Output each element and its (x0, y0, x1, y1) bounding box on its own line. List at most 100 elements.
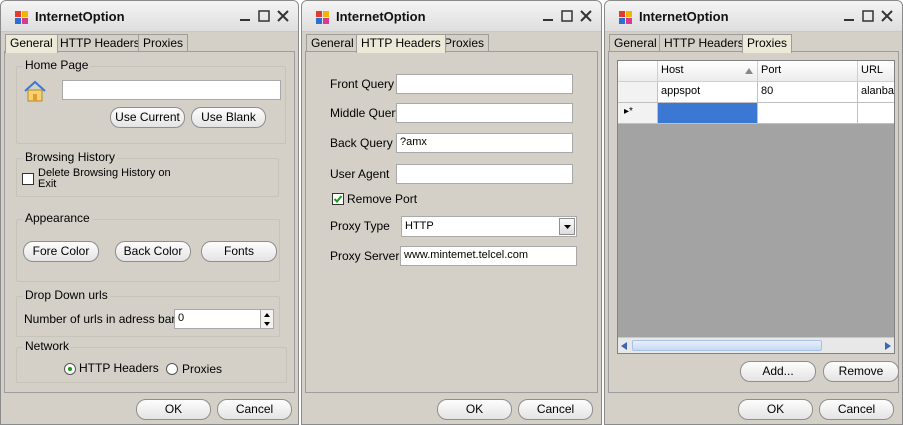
window-general: InternetOption General HTTP Headers Prox… (0, 0, 299, 425)
home-page-label: Home Page (23, 58, 91, 72)
url-count-label: Number of urls in adress bar (24, 312, 176, 326)
sort-ascending-icon (745, 68, 753, 74)
appearance-group: Appearance Fore Color Back Color Fonts (16, 211, 280, 282)
radio-proxies-label: Proxies (182, 362, 223, 376)
scroll-left-icon[interactable] (621, 342, 627, 350)
cell-host[interactable]: appspot (658, 82, 758, 103)
app-icon (316, 11, 329, 24)
grid-corner-header (618, 61, 658, 82)
cancel-button[interactable]: Cancel (819, 399, 894, 420)
minimize-icon[interactable] (541, 9, 555, 23)
radio-http-headers[interactable] (64, 363, 76, 375)
proxy-type-select[interactable]: HTTP (401, 216, 577, 237)
check-icon (333, 195, 343, 203)
chevron-down-icon (564, 225, 571, 229)
tab-strip: General HTTP Headers Proxies (5, 34, 294, 53)
tab-proxies[interactable]: Proxies (439, 34, 490, 52)
title-bar[interactable]: InternetOption (302, 1, 601, 32)
appearance-label: Appearance (23, 211, 92, 225)
user-agent-input[interactable] (396, 164, 573, 184)
column-header-port[interactable]: Port (758, 61, 858, 82)
ok-button[interactable]: OK (136, 399, 211, 420)
title-bar[interactable]: InternetOption (1, 1, 298, 32)
proxy-type-label: Proxy Type (330, 219, 390, 233)
column-header-url[interactable]: URL (858, 61, 894, 82)
radio-http-headers-label: HTTP Headers (79, 361, 159, 375)
cancel-button[interactable]: Cancel (518, 399, 593, 420)
network-label: Network (23, 339, 72, 353)
new-row-header[interactable]: ▸* (618, 103, 658, 124)
maximize-icon[interactable] (861, 9, 875, 23)
middle-query-label: Middle Query (330, 106, 402, 120)
new-row-cell-url[interactable] (858, 103, 894, 124)
tab-strip: General HTTP Headers Proxies (306, 34, 597, 53)
front-query-input[interactable] (396, 74, 573, 94)
horizontal-scrollbar[interactable] (618, 337, 894, 353)
add-proxy-button[interactable]: Add... (740, 361, 816, 382)
general-page: Home Page Use Current Use Blank Browsing… (4, 51, 295, 393)
browsing-history-label: Browsing History (23, 150, 118, 164)
window-title: InternetOption (336, 9, 426, 24)
fonts-button[interactable]: Fonts (201, 241, 277, 262)
ok-button[interactable]: OK (437, 399, 512, 420)
home-page-group: Home Page Use Current Use Blank (16, 58, 286, 144)
proxy-type-dropdown-button[interactable] (559, 218, 575, 235)
home-page-input[interactable] (62, 80, 281, 100)
browsing-history-group: Browsing History Delete Browsing History… (16, 150, 279, 197)
front-query-label: Front Query (330, 77, 395, 91)
tab-general[interactable]: General (306, 34, 359, 52)
delete-history-label: Delete Browsing History on Exit (38, 168, 171, 189)
tab-http-headers[interactable]: HTTP Headers (659, 34, 749, 52)
proxy-grid[interactable]: Host Port URL appspot 80 alanba ▸* (617, 60, 895, 354)
remove-proxy-button[interactable]: Remove (823, 361, 899, 382)
back-query-label: Back Query (330, 136, 393, 150)
middle-query-input[interactable] (396, 103, 573, 123)
new-row-cell-port[interactable] (758, 103, 858, 124)
title-bar[interactable]: InternetOption (605, 1, 902, 32)
window-proxies: InternetOption General HTTP Headers Prox… (604, 0, 903, 425)
app-icon (619, 11, 632, 24)
spin-up-icon[interactable] (263, 311, 271, 319)
spin-down-icon[interactable] (263, 320, 271, 328)
app-icon (15, 11, 28, 24)
close-icon[interactable] (880, 9, 894, 23)
row-header[interactable] (618, 82, 658, 103)
close-icon[interactable] (276, 9, 290, 23)
back-color-button[interactable]: Back Color (115, 241, 191, 262)
fore-color-button[interactable]: Fore Color (23, 241, 99, 262)
proxy-server-input[interactable]: www.mintemet.telcel.com (400, 246, 577, 266)
column-header-host[interactable]: Host (658, 61, 758, 82)
tab-proxies[interactable]: Proxies (138, 34, 189, 52)
minimize-icon[interactable] (238, 9, 252, 23)
window-title: InternetOption (639, 9, 729, 24)
network-group: Network HTTP Headers Proxies (16, 339, 287, 383)
proxies-page: Host Port URL appspot 80 alanba ▸* Add..… (608, 51, 899, 393)
home-icon (24, 80, 46, 102)
tab-general[interactable]: General (609, 34, 662, 52)
url-count-spinner[interactable] (260, 309, 274, 329)
cell-port[interactable]: 80 (758, 82, 858, 103)
use-blank-button[interactable]: Use Blank (191, 107, 266, 128)
delete-history-checkbox[interactable] (22, 173, 34, 185)
maximize-icon[interactable] (257, 9, 271, 23)
close-icon[interactable] (579, 9, 593, 23)
user-agent-label: User Agent (330, 167, 390, 181)
minimize-icon[interactable] (842, 9, 856, 23)
tab-proxies[interactable]: Proxies (742, 34, 793, 53)
ok-button[interactable]: OK (738, 399, 813, 420)
radio-proxies[interactable] (166, 363, 178, 375)
tab-http-headers[interactable]: HTTP Headers (356, 34, 446, 53)
scroll-right-icon[interactable] (885, 342, 891, 350)
tab-general[interactable]: General (5, 34, 58, 53)
remove-port-checkbox[interactable] (332, 193, 344, 205)
use-current-button[interactable]: Use Current (110, 107, 185, 128)
new-row-cell-host[interactable] (658, 103, 758, 124)
back-query-input[interactable]: ?amx (396, 133, 573, 153)
cell-url[interactable]: alanba (858, 82, 894, 103)
cancel-button[interactable]: Cancel (217, 399, 292, 420)
maximize-icon[interactable] (560, 9, 574, 23)
tab-http-headers[interactable]: HTTP Headers (55, 34, 145, 52)
url-count-input[interactable]: 0 (174, 309, 261, 329)
tab-strip: General HTTP Headers Proxies (609, 34, 898, 53)
scroll-thumb[interactable] (632, 340, 822, 351)
